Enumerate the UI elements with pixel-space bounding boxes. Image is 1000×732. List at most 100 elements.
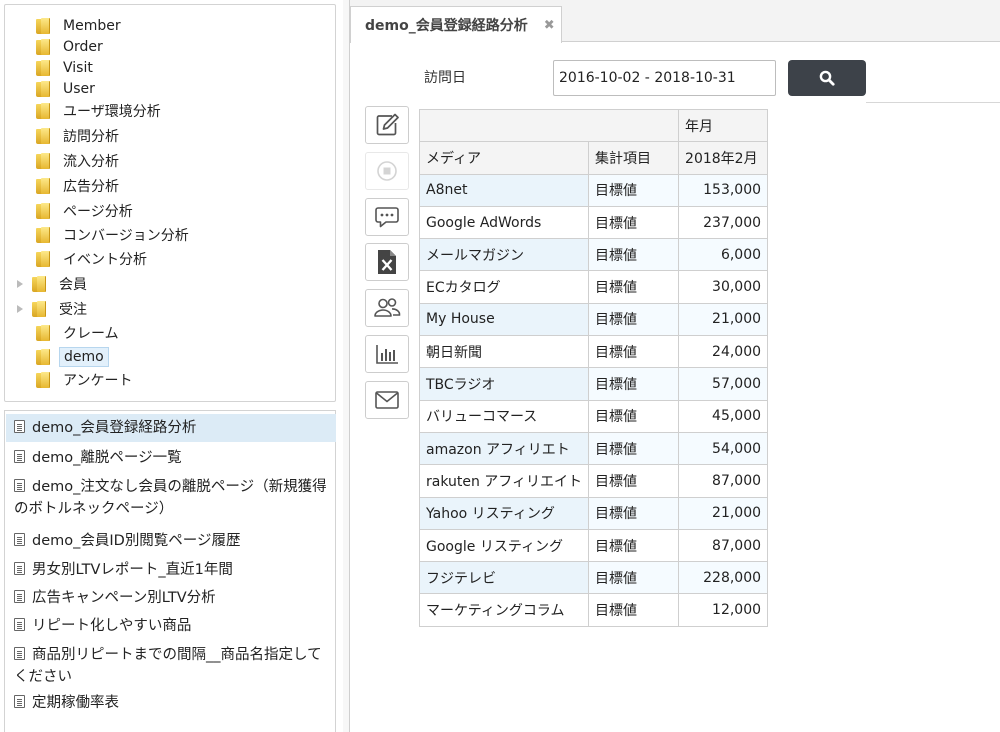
search-button[interactable] [788, 60, 866, 96]
document-icon [14, 590, 25, 603]
tree-item[interactable]: 受注 [5, 298, 91, 320]
media-cell: Google リスティング [418, 528, 590, 563]
tab-report[interactable]: demo_会員登録経路分析 ✖ [350, 6, 562, 43]
chart-button[interactable] [365, 335, 409, 373]
report-item[interactable]: 定期稼働率表 [6, 689, 336, 717]
table-row: 朝日新聞 目標値 24,000 [418, 335, 769, 369]
tree-item[interactable]: User [5, 78, 99, 100]
table-corner-cell [418, 108, 680, 143]
table-row: バリューコマース 目標値 45,000 [418, 399, 769, 433]
table-header-row-1: 年月 [418, 108, 769, 143]
value-cell: 237,000 [678, 205, 769, 240]
tree-item[interactable]: ページ分析 [5, 200, 137, 222]
item-cell: 目標値 [588, 464, 680, 498]
value-cell: 87,000 [678, 464, 769, 498]
tree-item-label: アンケート [63, 373, 133, 389]
value-cell: 54,000 [678, 431, 769, 466]
stop-button[interactable] [365, 152, 409, 190]
expand-arrow-icon[interactable] [17, 280, 23, 288]
table-row: Google リスティング 目標値 87,000 [418, 528, 769, 563]
tree-item[interactable]: Visit [5, 57, 97, 79]
mail-button[interactable] [365, 381, 409, 419]
excel-icon [378, 250, 396, 274]
item-cell: 目標値 [588, 270, 680, 304]
users-icon [374, 298, 401, 317]
folder-icon [35, 227, 51, 243]
value-cell: 12,000 [678, 593, 769, 627]
report-item[interactable]: demo_会員ID別閲覧ページ履歴 [6, 527, 336, 555]
tree-item-label: コンバージョン分析 [63, 228, 189, 244]
edit-button[interactable] [365, 106, 409, 144]
stop-icon [377, 161, 397, 181]
tree-item[interactable]: 訪問分析 [5, 125, 123, 147]
value-cell: 153,000 [678, 173, 769, 207]
report-item-label: demo_会員登録経路分析 [32, 420, 197, 436]
tree-item[interactable]: 会員 [5, 273, 91, 295]
expand-arrow-icon[interactable] [17, 305, 23, 313]
report-item[interactable]: 男女別LTVレポート_直近1年間 [6, 556, 336, 584]
tree-item[interactable]: アンケート [5, 369, 136, 391]
media-cell: バリューコマース [418, 399, 590, 433]
tree-item[interactable]: 広告分析 [5, 175, 123, 197]
table-row: ECカタログ 目標値 30,000 [418, 270, 769, 304]
users-button[interactable] [365, 289, 409, 327]
report-item[interactable]: 商品別リピートまでの間隔__商品名指定してください [6, 641, 336, 691]
report-item[interactable]: demo_離脱ページ一覧 [6, 444, 336, 472]
document-icon [14, 562, 25, 575]
comment-icon [375, 207, 399, 228]
report-item[interactable]: demo_注文なし会員の離脱ページ（新規獲得のボトルネックページ） [6, 473, 336, 523]
report-item[interactable]: demo_会員登録経路分析 [6, 414, 336, 442]
tree-item[interactable]: Order [5, 36, 107, 58]
item-cell: 目標値 [588, 335, 680, 369]
mail-icon [375, 391, 399, 409]
tree-item-label: 流入分析 [63, 154, 119, 170]
tree-item-label: demo [59, 347, 109, 367]
media-cell: My House [418, 302, 590, 337]
folder-icon [35, 372, 51, 388]
comment-button[interactable] [365, 198, 409, 236]
folder-icon [31, 276, 47, 292]
pivot-table: 年月 メディア 集計項目 2018年2月 A8net 目標値 153,000 Google A… [418, 108, 769, 627]
media-cell: rakuten アフィリエイト [418, 464, 590, 498]
media-cell: amazon アフィリエト [418, 431, 590, 466]
tree-item[interactable]: クレーム [5, 322, 123, 344]
report-list: demo_会員登録経路分析 demo_離脱ページ一覧 demo_注文なし会員の離脱ペ… [4, 410, 336, 732]
tree-item-label: 受注 [59, 302, 87, 318]
report-item[interactable]: 広告キャンペーン別LTV分析 [6, 584, 336, 612]
excel-export-button[interactable] [365, 243, 409, 281]
document-icon [14, 420, 25, 433]
table-row: A8net 目標値 153,000 [418, 173, 769, 207]
date-range-input[interactable] [553, 60, 776, 96]
tree-item[interactable]: demo [5, 346, 109, 368]
folder-icon [35, 349, 51, 365]
report-item[interactable]: リピート化しやすい商品 [6, 612, 336, 640]
report-item-label: demo_会員ID別閲覧ページ履歴 [32, 533, 241, 549]
media-cell: フジテレビ [418, 561, 590, 595]
item-cell: 目標値 [588, 399, 680, 433]
search-icon [819, 70, 835, 86]
tree-item[interactable]: Member [5, 15, 125, 37]
item-cell: 目標値 [588, 205, 680, 240]
tree-item-label: Order [63, 39, 103, 55]
table-header-row-2: メディア 集計項目 2018年2月 [418, 141, 769, 175]
tree-item[interactable]: イベント分析 [5, 248, 151, 270]
value-cell: 6,000 [678, 238, 769, 272]
report-item-label: demo_注文なし会員の離脱ページ（新規獲得のボトルネックページ） [14, 479, 327, 517]
close-icon[interactable]: ✖ [544, 18, 555, 33]
tree-item-label: イベント分析 [63, 252, 147, 268]
folder-icon [35, 153, 51, 169]
col-header-item: 集計項目 [588, 141, 680, 175]
main-panel: demo_会員登録経路分析 ✖ 訪問日 2016-10-02 - 2018-10… [350, 0, 1000, 732]
tree-item[interactable]: ユーザ環境分析 [5, 100, 165, 122]
tree-item[interactable]: 流入分析 [5, 150, 123, 172]
col-group-header: 年月 [678, 108, 769, 143]
tree-item[interactable]: コンバージョン分析 [5, 224, 193, 246]
